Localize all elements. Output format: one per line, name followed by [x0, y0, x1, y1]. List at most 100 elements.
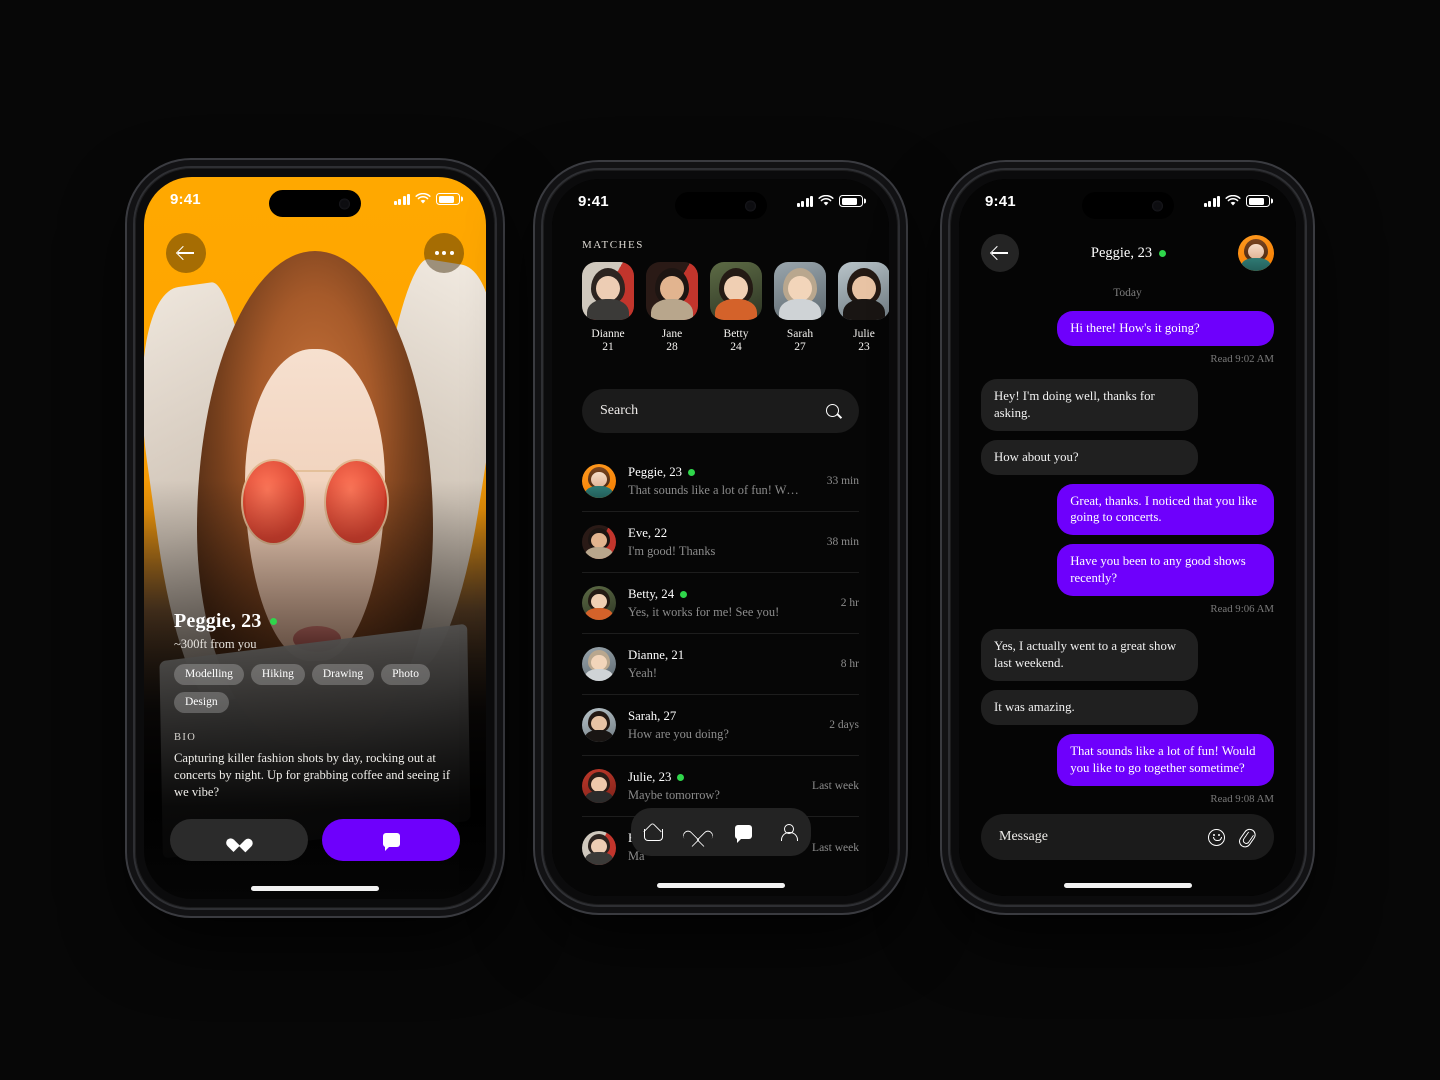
- conversation-title-row: Peggie, 23: [1019, 245, 1238, 262]
- message-button[interactable]: [322, 819, 460, 861]
- heart-icon: [231, 833, 248, 848]
- bio-text: Capturing killer fashion shots by day, r…: [174, 750, 451, 799]
- search-bar[interactable]: Search: [582, 389, 859, 433]
- conversation-view: Peggie, 23 Today Hi there! How's it goin…: [959, 179, 1296, 896]
- chat-item-name: Julie, 23: [628, 769, 672, 784]
- chat-item-timestamp: 38 min: [826, 536, 859, 548]
- dynamic-island: [1081, 192, 1174, 219]
- front-camera-icon: [339, 198, 350, 209]
- app-showcase: Peggie, 23 ~300ft from you Modelling Hiki…: [0, 0, 1440, 1080]
- chat-list-item[interactable]: Peggie, 23 That sounds like a lot of fun!…: [582, 451, 859, 512]
- message-bubble-outgoing: Hi there! How's it going?: [1057, 311, 1274, 346]
- chat-list-item[interactable]: Dianne, 21 Yeah! 8 hr: [582, 634, 859, 695]
- message-composer[interactable]: Message: [981, 814, 1274, 860]
- photo-thumbnail: [582, 525, 616, 559]
- back-arrow-icon: [177, 244, 195, 262]
- profile-icon: [780, 823, 798, 841]
- match-card[interactable]: Jane 28: [646, 262, 698, 355]
- back-button[interactable]: [981, 234, 1019, 272]
- interest-tag: Design: [174, 691, 229, 713]
- chat-list-item[interactable]: Eve, 22 I'm good! Thanks 38 min: [582, 512, 859, 573]
- battery-icon: [839, 195, 863, 207]
- tab-home[interactable]: [640, 819, 666, 845]
- photo-thumbnail: [582, 464, 616, 498]
- match-age: 28: [666, 341, 678, 354]
- chat-item-name-row: Sarah, 27: [628, 709, 817, 724]
- chat-item-text: Betty, 24 Yes, it works for me! See you!: [628, 587, 829, 620]
- message-input[interactable]: Message: [999, 829, 1194, 845]
- photo-thumbnail: [838, 262, 889, 320]
- photo-thumbnail: [710, 262, 762, 320]
- profile-actions: [170, 819, 460, 861]
- chat-list-item[interactable]: Betty, 24 Yes, it works for me! See you! 2…: [582, 573, 859, 634]
- chat-item-name: Sarah, 27: [628, 708, 677, 723]
- match-age: 23: [858, 341, 870, 354]
- online-status-dot: [680, 590, 688, 598]
- chat-item-name: Eve, 22: [628, 525, 668, 540]
- tab-profile[interactable]: [775, 819, 801, 845]
- photo-thumbnail: [582, 647, 616, 681]
- read-receipt: Read 9:08 AM: [1210, 792, 1274, 805]
- match-card[interactable]: Julie 23: [838, 262, 889, 355]
- interest-tag-list: Modelling Hiking Drawing Photo Design: [174, 663, 434, 713]
- read-receipt: Read 9:06 AM: [1210, 603, 1274, 616]
- avatar[interactable]: [1238, 235, 1274, 271]
- home-indicator[interactable]: [656, 883, 785, 888]
- match-avatar[interactable]: [774, 262, 826, 320]
- smiley-icon[interactable]: [1208, 828, 1225, 846]
- chat-item-timestamp: 33 min: [826, 475, 859, 487]
- wifi-icon: [415, 193, 431, 204]
- photo-thumbnail: [774, 262, 826, 320]
- chat-item-name-row: Dianne, 21: [628, 648, 829, 663]
- page-title: Peggie, 23: [174, 609, 262, 632]
- status-time: 9:41: [985, 192, 1016, 210]
- matches-carousel[interactable]: Dianne 21 Jane 28 Betty 24 Sarah 27 Julie 23: [582, 262, 889, 355]
- match-card[interactable]: Sarah 27: [774, 262, 826, 355]
- tab-likes[interactable]: [685, 819, 711, 845]
- status-time: 9:41: [578, 192, 609, 210]
- chat-item-preview: That sounds like a lot of fun! W…: [628, 482, 799, 497]
- home-indicator[interactable]: [1063, 883, 1192, 888]
- message-thread[interactable]: Today Hi there! How's it going? Read 9:02…: [981, 287, 1274, 806]
- chat-item-text: Sarah, 27 How are you doing?: [628, 709, 817, 742]
- message-bubble-outgoing: That sounds like a lot of fun! Would you…: [1057, 733, 1274, 786]
- match-avatar[interactable]: [710, 262, 762, 320]
- cellular-bars-icon: [1203, 195, 1220, 207]
- chat-list-item[interactable]: Sarah, 27 How are you doing? 2 days: [582, 695, 859, 756]
- chat-item-preview: Maybe tomorrow?: [628, 787, 720, 802]
- match-card[interactable]: Dianne 21: [582, 262, 634, 355]
- home-icon: [644, 824, 663, 841]
- avatar: [582, 647, 616, 681]
- bottom-tab-bar[interactable]: [630, 808, 811, 856]
- paperclip-icon[interactable]: [1235, 825, 1259, 849]
- home-indicator[interactable]: [251, 886, 379, 891]
- profile-distance: ~300ft from you: [174, 636, 257, 651]
- match-avatar[interactable]: [838, 262, 889, 320]
- chat-item-timestamp: 8 hr: [840, 658, 859, 670]
- avatar: [582, 464, 616, 498]
- chat-icon: [734, 825, 752, 843]
- avatar: [582, 525, 616, 559]
- back-button[interactable]: [166, 233, 206, 273]
- like-button[interactable]: [170, 819, 308, 861]
- photo-thumbnail: [582, 830, 616, 865]
- match-card[interactable]: Betty 24: [710, 262, 762, 355]
- screen-conversation: Peggie, 23 Today Hi there! How's it goin…: [959, 179, 1296, 896]
- more-options-button[interactable]: [424, 233, 464, 273]
- chat-item-timestamp: Last week: [812, 841, 859, 854]
- read-receipt: Read 9:02 AM: [1210, 352, 1274, 365]
- message-bubble-incoming: Yes, I actually went to a great show las…: [981, 629, 1198, 681]
- message-bubble-outgoing: Have you been to any good shows recently…: [1057, 544, 1274, 597]
- chat-item-preview: Yes, it works for me! See you!: [628, 604, 780, 619]
- tab-chats[interactable]: [730, 819, 756, 845]
- match-avatar[interactable]: [646, 262, 698, 320]
- chat-item-name: Peggie, 23: [628, 464, 683, 479]
- chat-item-timestamp: Last week: [812, 780, 859, 792]
- screen-matches: MATCHES Dianne 21 Jane 28 Betty 24 Sarah 27 Juli…: [552, 179, 889, 896]
- status-icons: [393, 193, 460, 205]
- search-input[interactable]: Search: [600, 403, 826, 419]
- chat-item-name-row: Julie, 23: [628, 770, 800, 785]
- online-status-dot: [688, 468, 696, 476]
- dynamic-island: [269, 190, 361, 217]
- match-avatar[interactable]: [582, 262, 634, 320]
